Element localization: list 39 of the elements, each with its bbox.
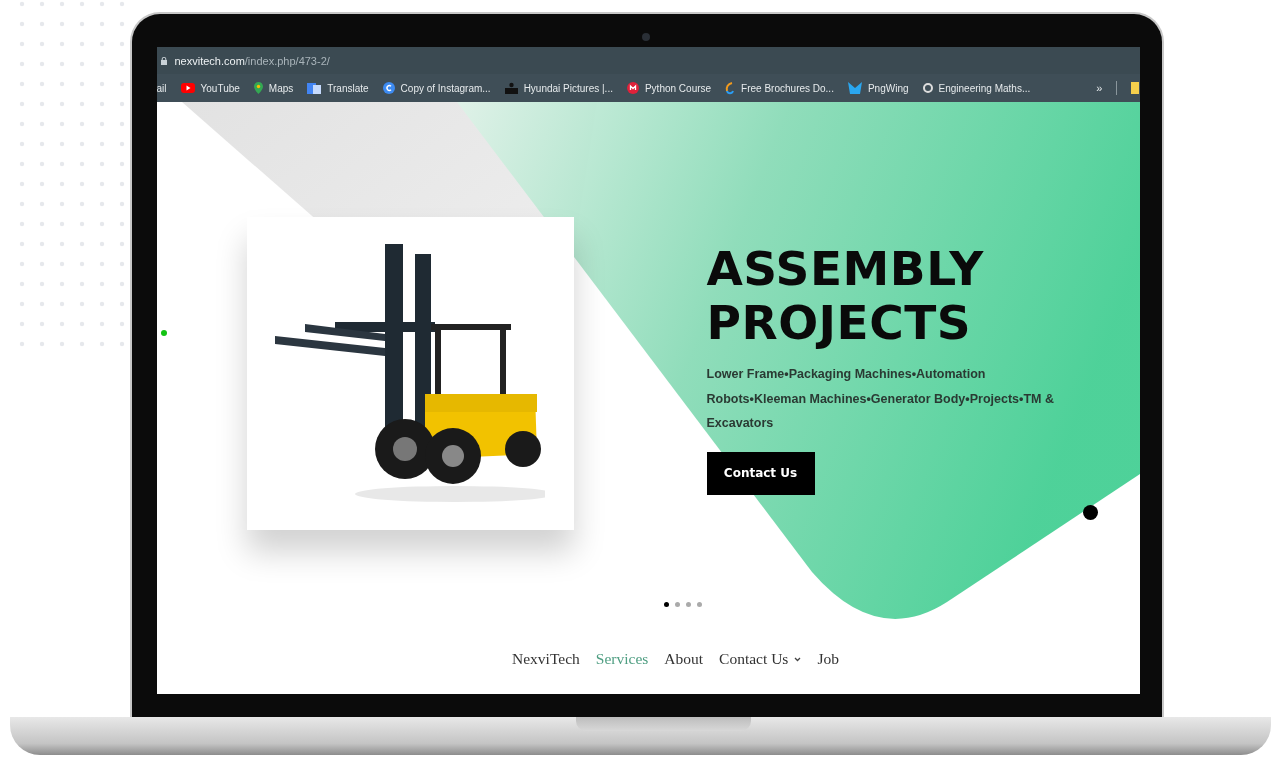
camera-icon: [641, 33, 650, 41]
folder-icon[interactable]: [1131, 82, 1140, 94]
contact-us-button[interactable]: Contact Us: [706, 451, 815, 495]
slide-dot[interactable]: [675, 601, 680, 607]
bookmark-item[interactable]: Translate: [307, 82, 369, 94]
nav-link[interactable]: About: [664, 650, 704, 668]
m-badge-icon: [626, 82, 639, 94]
lock-icon: [160, 56, 167, 65]
bookmark-item[interactable]: YouTube: [180, 82, 240, 94]
bookmark-item[interactable]: Engineering Maths...: [922, 82, 1031, 94]
bookmark-item[interactable]: Maps: [253, 82, 294, 94]
nav-link[interactable]: Job: [817, 650, 839, 668]
circle-c-icon: [382, 82, 395, 94]
bookmark-item[interactable]: Hyundai Pictures |...: [504, 82, 613, 94]
bookmark-item[interactable]: PngWing: [847, 82, 909, 94]
disc-icon: [922, 83, 933, 93]
url-path: /index.php/473-2/: [244, 54, 330, 67]
slide-dot[interactable]: [664, 601, 669, 607]
translate-icon: [307, 82, 322, 94]
url-domain: nexvitech.com: [174, 54, 245, 67]
nav-link[interactable]: Contact Us: [719, 650, 802, 668]
play-icon: [180, 83, 195, 93]
swirl-icon: [725, 81, 736, 95]
hero-title: ASSEMBLY PROJECTS: [706, 242, 985, 350]
bookmark-item[interactable]: Copy of Instagram...: [382, 82, 491, 94]
caret-icon: [794, 656, 802, 662]
nav-link[interactable]: NexviTech: [512, 650, 580, 668]
hero-description: Lower Frame•Packaging Machines•Automation Robots•Kleeman Machines•Generator Body•Projects•TM & Excavators: [706, 366, 1055, 432]
slide-dot[interactable]: [697, 601, 702, 607]
bookmark-item[interactable]: ail: [156, 82, 167, 94]
pin-icon: [253, 82, 263, 94]
decor-dot: [160, 330, 167, 336]
person-icon: [504, 82, 518, 94]
slide-dot[interactable]: [686, 601, 691, 607]
address-bar[interactable]: nexvitech.com/index.php/473-2/: [156, 47, 1140, 74]
wing-icon: [847, 82, 862, 94]
bookmark-item[interactable]: Python Course: [626, 82, 712, 94]
more-bookmarks-button[interactable]: »: [1096, 82, 1103, 94]
bookmark-item[interactable]: Free Brochures Do...: [725, 81, 834, 95]
